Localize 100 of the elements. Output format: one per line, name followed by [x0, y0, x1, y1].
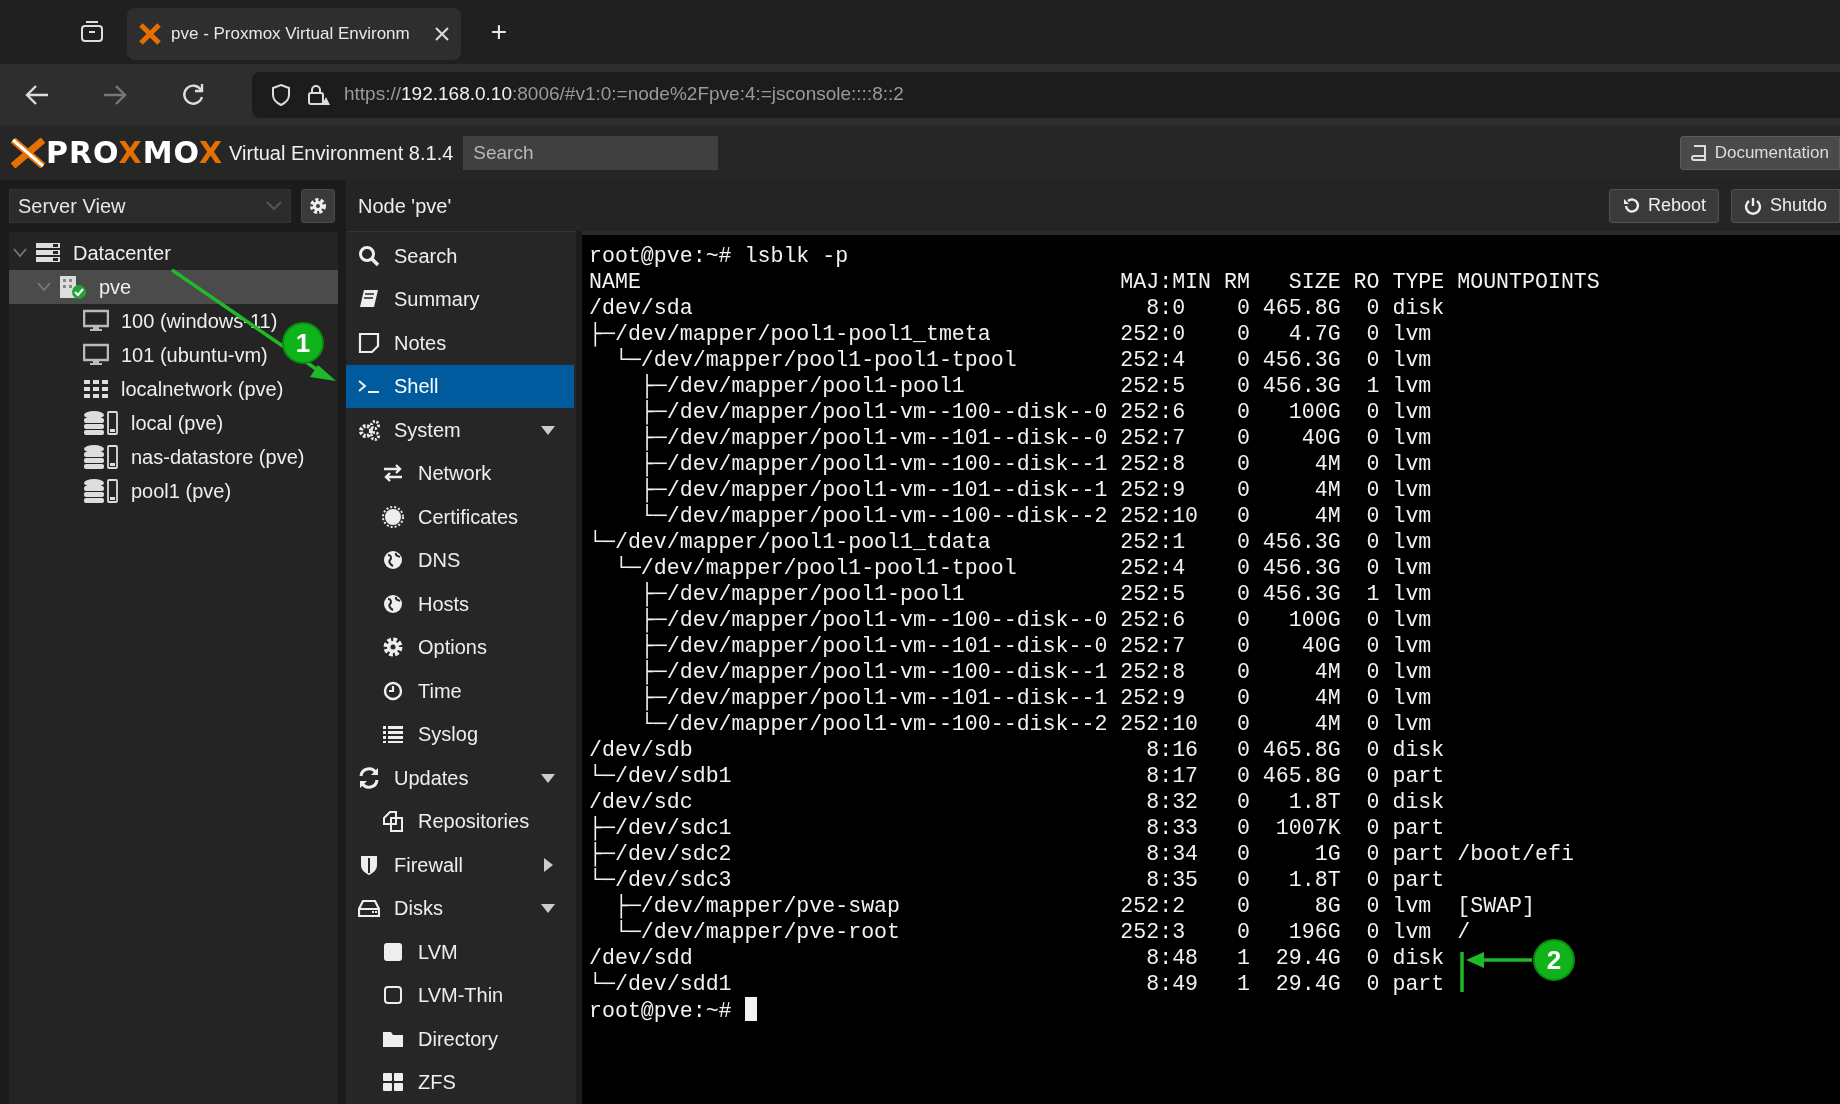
terminal-line: ├─/dev/sdc2 8:34 0 1G 0 part /boot/efi	[589, 841, 1574, 867]
terminal-line: ├─/dev/sdc1 8:33 0 1007K 0 part	[589, 815, 1445, 841]
address-bar[interactable]: https://192.168.0.10:8006/#v1:0:=node%2Fpve:4:=jsconsole::::8::2	[252, 71, 1840, 118]
terminal-line: ├─/dev/mapper/pool1-vm--100--disk--0 252:6 0 100G 0 lvm	[639, 399, 1432, 425]
gear-icon	[308, 196, 328, 216]
grid-icon	[83, 378, 109, 400]
nav-item[interactable]: LVM-Thin	[346, 973, 574, 1017]
shutdown-button[interactable]: Shutdo	[1730, 188, 1840, 223]
documentation-button[interactable]: Documentation	[1679, 135, 1840, 170]
search-icon	[358, 244, 380, 267]
tiles-icon	[382, 1071, 404, 1094]
note-icon	[358, 331, 380, 354]
logo-letters: MO	[142, 134, 199, 170]
nav-item[interactable]: Search	[346, 234, 574, 278]
hard-drive-icon	[358, 897, 380, 920]
database-icon	[83, 478, 119, 504]
terminal-line: └─/dev/sdd1 8:49 1 29.4G 0 part	[589, 971, 1445, 997]
tree-item[interactable]: pve	[9, 270, 338, 304]
terminal-line: └─/dev/mapper/pool1-pool1-tpool 252:4 0 456.3G 0 lvm	[613, 555, 1432, 581]
terminal-line: ├─/dev/mapper/pve-swap 252:2 0 8G 0 lvm [SWAP]	[613, 893, 1535, 919]
nav-item[interactable]: LVM	[346, 930, 574, 974]
nav-item[interactable]: Time	[346, 669, 574, 713]
tree-item[interactable]: localnetwork (pve)	[9, 372, 290, 406]
browser-tab[interactable]: pve - Proxmox Virtual Environm	[127, 8, 461, 60]
monitor-icon	[83, 309, 109, 333]
terminal-line: /dev/sdd 8:48 1 29.4G 0 disk	[589, 945, 1445, 971]
terminal-line: /dev/sdc 8:32 0 1.8T 0 disk	[589, 789, 1445, 815]
reboot-button[interactable]: Reboot	[1608, 188, 1719, 223]
tree-item[interactable]: nas-datastore (pve)	[9, 440, 311, 474]
shield-icon	[358, 853, 380, 876]
nav-item[interactable]: Updates	[346, 756, 574, 800]
product-version: Virtual Environment 8.1.4	[229, 140, 454, 166]
shield-icon	[270, 82, 292, 107]
lock-icon	[306, 82, 330, 107]
reload-icon	[1621, 196, 1640, 215]
square-icon	[382, 940, 404, 963]
nav-item[interactable]: Repositories	[346, 799, 574, 843]
nav-item[interactable]: Firewall	[346, 843, 574, 887]
tree-item[interactable]: Datacenter	[9, 236, 177, 270]
tree-item[interactable]: 101 (ubuntu-vm)	[9, 338, 274, 372]
view-dropdown[interactable]: Server View	[9, 189, 291, 223]
nav-item[interactable]: Hosts	[346, 582, 574, 626]
terminal-line: └─/dev/sdb1 8:17 0 465.8G 0 part	[589, 763, 1445, 789]
nav-item[interactable]: DNS	[346, 538, 574, 582]
reload-icon[interactable]	[180, 81, 206, 108]
terminal-line: └─/dev/mapper/pool1-vm--100--disk--2 252:10 0 4M 0 lvm	[639, 711, 1432, 737]
nav-item[interactable]: System	[346, 408, 574, 452]
chevron-down-icon[interactable]	[13, 248, 27, 258]
nav-item[interactable]: Notes	[346, 321, 574, 365]
nav-item[interactable]: Directory	[346, 1017, 574, 1061]
proxmox-x-icon	[139, 23, 161, 45]
database-icon	[83, 444, 119, 470]
chevron-down-icon	[266, 201, 282, 211]
terminal-line: /dev/sda 8:0 0 465.8G 0 disk	[589, 295, 1445, 321]
nav-item[interactable]: Certificates	[346, 495, 574, 539]
gears-icon	[358, 418, 380, 441]
nav-item[interactable]: Network	[346, 451, 574, 495]
terminal-line: ├─/dev/mapper/pool1-pool1 252:5 0 456.3G 1 lvm	[639, 373, 1432, 399]
database-icon	[83, 410, 119, 436]
nav-item[interactable]: Shell	[346, 364, 574, 408]
globe-icon	[382, 549, 404, 572]
terminal-line: ├─/dev/mapper/pool1-vm--101--disk--1 252:9 0 4M 0 lvm	[639, 477, 1432, 503]
logo-accent-letter: X	[118, 134, 143, 170]
terminal-line: NAME MAJ:MIN RM SIZE RO TYPE MOUNTPOINTS	[589, 269, 1600, 295]
nav-item[interactable]: ZFS	[346, 1060, 574, 1104]
power-icon	[1743, 196, 1762, 215]
monitor-icon	[83, 343, 109, 367]
search-field[interactable]: Search	[463, 135, 719, 170]
terminal[interactable]	[582, 231, 1840, 1104]
terminal-line: └─/dev/sdc3 8:35 0 1.8T 0 part	[589, 867, 1445, 893]
terminal-line: ├─/dev/mapper/pool1-vm--101--disk--0 252:7 0 40G 0 lvm	[639, 425, 1432, 451]
new-tab-button[interactable]: +	[481, 14, 517, 50]
terminal-line: ├─/dev/mapper/pool1-vm--100--disk--1 252:8 0 4M 0 lvm	[639, 451, 1432, 477]
nav-item[interactable]: Disks	[346, 886, 574, 930]
badge-icon	[382, 505, 404, 528]
cursor	[744, 997, 757, 1021]
terminal-line: ├─/dev/mapper/pool1-vm--100--disk--0 252:6 0 100G 0 lvm	[639, 607, 1432, 633]
terminal-line: ├─/dev/mapper/pool1-vm--101--disk--1 252:9 0 4M 0 lvm	[639, 685, 1432, 711]
terminal-line: root@pve:~#	[589, 999, 732, 1023]
gear-icon	[382, 636, 404, 659]
book-icon	[1690, 143, 1707, 162]
building-status-icon	[59, 274, 87, 300]
proxmox-x-logo-icon	[10, 137, 46, 168]
settings-button[interactable]	[301, 189, 335, 223]
logo-accent-letter: X	[198, 134, 224, 170]
list-icon	[382, 723, 404, 746]
terminal-line: ├─/dev/mapper/pool1-pool1_tmeta 252:0 0 4.7G 0 lvm	[589, 321, 1432, 347]
tab-actions-icon[interactable]	[80, 20, 104, 44]
nav-item[interactable]: Syslog	[346, 712, 574, 756]
tree-item[interactable]: pool1 (pve)	[9, 474, 238, 508]
terminal-line: /dev/sdb 8:16 0 465.8G 0 disk	[589, 737, 1445, 763]
clock-icon	[382, 679, 404, 702]
terminal-line: └─/dev/mapper/pool1-pool1_tdata 252:1 0 456.3G 0 lvm	[589, 529, 1432, 555]
nav-item[interactable]: Summary	[346, 277, 574, 321]
logo-letters: PRO	[46, 134, 119, 170]
nav-item[interactable]: Options	[346, 625, 574, 669]
terminal-line: ├─/dev/mapper/pool1-vm--101--disk--0 252:7 0 40G 0 lvm	[639, 633, 1432, 659]
url-text: https://192.168.0.10:8006/#v1:0:=node%2Fpve:4:=jsconsole::::8::2	[344, 82, 904, 107]
terminal-line: └─/dev/mapper/pve-root 252:3 0 196G 0 lvm /	[613, 919, 1471, 945]
tree-item[interactable]: local (pve)	[9, 406, 230, 440]
